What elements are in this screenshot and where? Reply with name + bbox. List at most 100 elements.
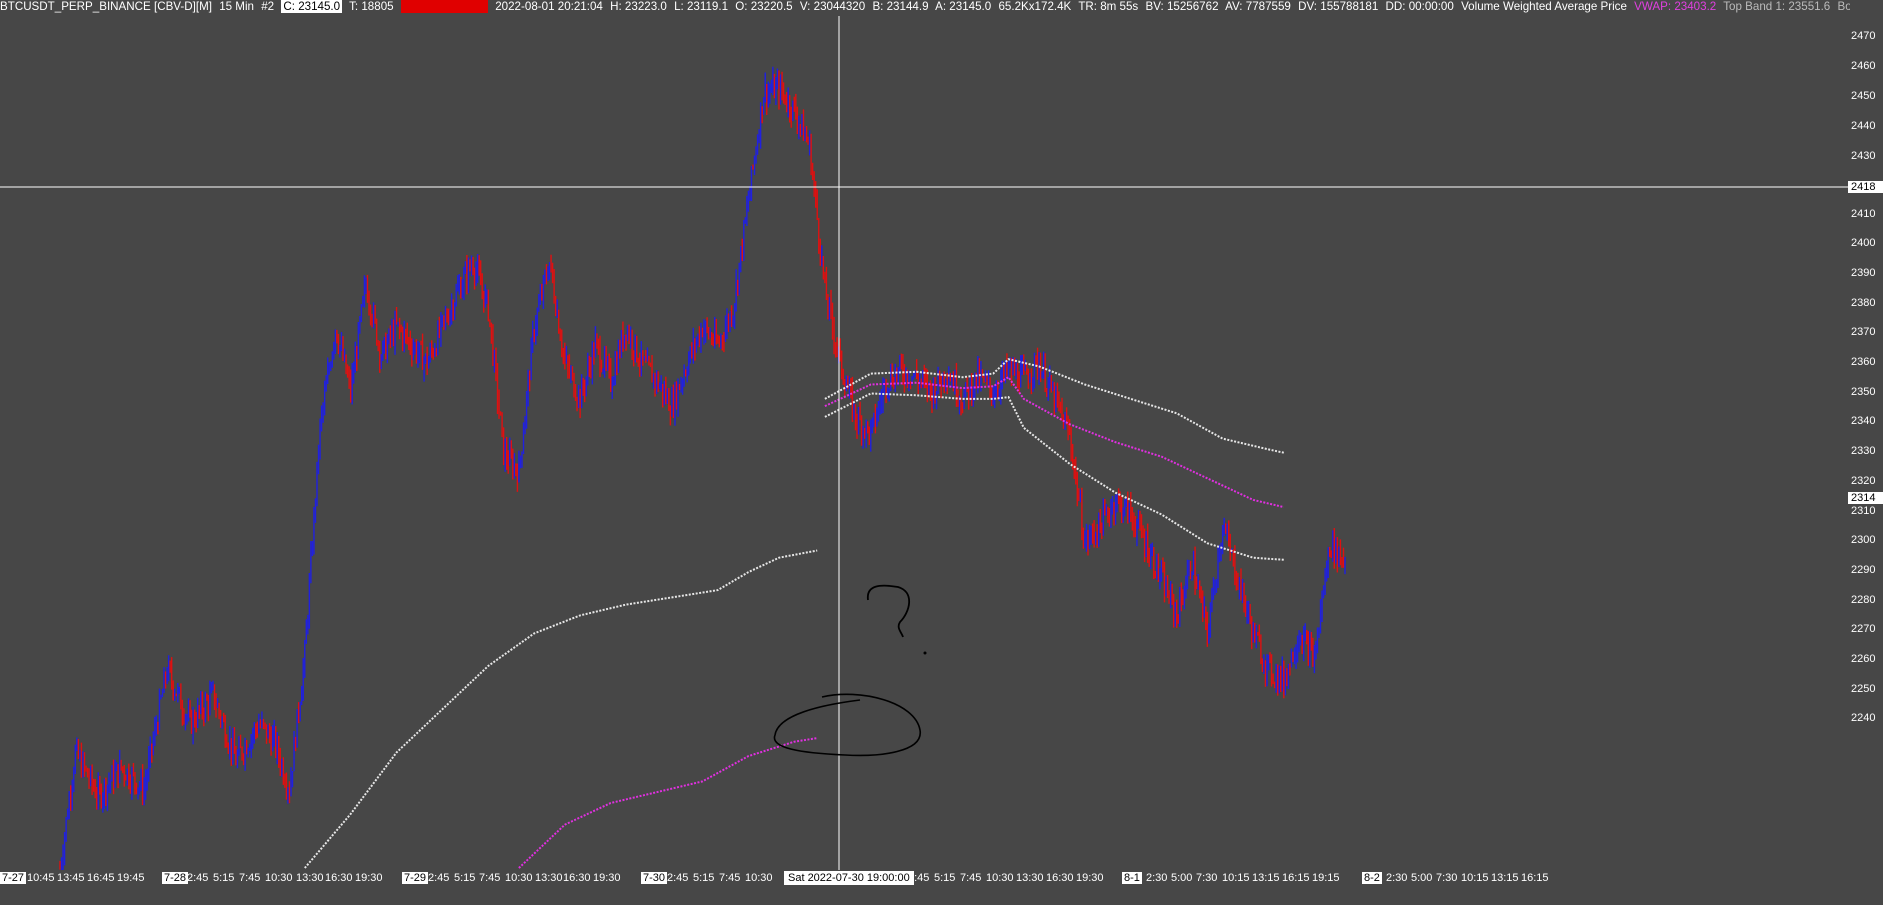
time-tick: 16:15 (1282, 872, 1310, 884)
price-tick: 2350 (1851, 386, 1876, 398)
datetime-value: 2022-08-01 20:21:04 (495, 0, 603, 13)
time-tick: 10:30 (745, 872, 773, 884)
time-tick: 16:15 (1521, 872, 1549, 884)
vwap-line-top-band-1 (304, 549, 818, 869)
time-date-tick: 8-1 (1122, 872, 1142, 884)
interval-label: 15 Min (219, 0, 254, 13)
time-date-tick: 7-29 (402, 872, 429, 884)
price-tick: 2280 (1851, 594, 1876, 606)
price-tick: 2390 (1851, 267, 1876, 279)
time-tick: 13:30 (296, 872, 324, 884)
symbol-label: BTCUSDT_PERP_BINANCE [CBV-D][M] (0, 0, 212, 13)
ticks-value: T: 18805 (349, 0, 394, 13)
time-tick: 13:45 (57, 872, 85, 884)
time-date-tick: 7-27 (0, 872, 27, 884)
time-tick: 10:30 (505, 872, 533, 884)
price-tick: 2450 (1851, 90, 1876, 102)
time-tick: 2:45 (187, 872, 209, 884)
chart-header: BTCUSDT_PERP_BINANCE [CBV-D][M] 15 Min #… (0, 0, 1850, 16)
time-tick: 7:45 (239, 872, 261, 884)
ask-volume-value: AV: 7787559 (1225, 0, 1291, 13)
bid-volume-value: BV: 15256762 (1145, 0, 1219, 13)
time-tick: 10:15 (1222, 872, 1250, 884)
time-date-tick: 7-28 (162, 872, 189, 884)
price-tick: 2410 (1851, 208, 1876, 220)
time-tick: 13:30 (535, 872, 563, 884)
price-axis[interactable]: 2470 2460 2450 2440 2430 2410 2400 2390 2380 2370… (1847, 0, 1883, 905)
price-tick: 2460 (1851, 60, 1876, 72)
price-tick: 2340 (1851, 415, 1876, 427)
annotation-dot (923, 651, 927, 655)
time-tick: 13:30 (1016, 872, 1044, 884)
time-axis[interactable]: 7-27 10:45 13:45 16:45 19:45 7-28 2:45 5:15 7:45… (0, 870, 1883, 888)
price-tick: 2440 (1851, 120, 1876, 132)
time-date-tick: 8-2 (1362, 872, 1382, 884)
close-value: C: 23145.0 (281, 0, 343, 13)
price-tick: 2260 (1851, 653, 1876, 665)
time-tick: 5:15 (213, 872, 235, 884)
time-tick: 13:15 (1491, 872, 1519, 884)
vwap-value: VWAP: 23403.2 (1634, 0, 1717, 13)
redacted-field: Last Trade Time (400, 0, 488, 13)
volume-value: V: 23044320 (799, 0, 866, 13)
time-tick: 7:45 (960, 872, 982, 884)
ask-value: A: 23145.0 (935, 0, 992, 13)
price-tick: 2400 (1851, 237, 1876, 249)
time-tick: 7:45 (479, 872, 501, 884)
top-band-value: Top Band 1: 23551.6 (1723, 0, 1831, 13)
timer-value: TR: 8m 55s (1078, 0, 1139, 13)
price-tick: 2250 (1851, 683, 1876, 695)
time-tick: 10:30 (265, 872, 293, 884)
time-tick: 13:15 (1252, 872, 1280, 884)
time-tick: 2:45 (428, 872, 450, 884)
vwap-line-bottom-band-1 (824, 392, 1284, 561)
price-tick: 2430 (1851, 150, 1876, 162)
open-value: O: 23220.5 (735, 0, 793, 13)
time-tick: 2:30 (1386, 872, 1408, 884)
low-value: L: 23119.1 (674, 0, 729, 13)
time-tick: 16:45 (87, 872, 115, 884)
time-tick: 19:30 (593, 872, 621, 884)
delta-volume-value: DV: 155788181 (1298, 0, 1379, 13)
crosshair-price-label: 2418 (1848, 181, 1883, 193)
time-tick: 10:45 (27, 872, 55, 884)
time-tick: 19:30 (1076, 872, 1104, 884)
price-tick: 2370 (1851, 326, 1876, 338)
last-price-label: 2314 (1848, 492, 1883, 504)
price-tick: 2300 (1851, 534, 1876, 546)
time-tick: 16:30 (563, 872, 591, 884)
time-tick: 7:30 (1196, 872, 1218, 884)
study-name: Volume Weighted Average Price (1461, 0, 1627, 13)
circle-annotation (773, 693, 921, 757)
time-tick: 5:15 (454, 872, 476, 884)
time-tick: 7:45 (719, 872, 741, 884)
time-tick: 10:15 (1461, 872, 1489, 884)
time-date-tick: 7-30 (641, 872, 668, 884)
time-tick: 2:30 (1146, 872, 1168, 884)
size-value: 65.2Kx172.4K (998, 0, 1072, 13)
time-tick: 7:30 (1436, 872, 1458, 884)
price-chart[interactable] (0, 0, 1848, 870)
price-tick: 2360 (1851, 356, 1876, 368)
price-tick: 2470 (1851, 30, 1876, 42)
price-tick: 2270 (1851, 623, 1876, 635)
time-tick: 5:00 (1171, 872, 1193, 884)
time-tick: 19:30 (355, 872, 383, 884)
price-tick: 2320 (1851, 475, 1876, 487)
time-tick: 16:30 (1046, 872, 1074, 884)
time-tick: 10:30 (986, 872, 1014, 884)
question-mark-annotation (867, 584, 911, 638)
time-tick: 2:45 (667, 872, 689, 884)
time-tick: 19:45 (117, 872, 145, 884)
price-tick: 2240 (1851, 712, 1876, 724)
crosshair-time-label: Sat 2022-07-30 19:00:00 (784, 871, 914, 885)
price-tick: 2380 (1851, 297, 1876, 309)
price-tick: 2290 (1851, 564, 1876, 576)
time-tick: 16:30 (325, 872, 353, 884)
time-tick: 5:15 (693, 872, 715, 884)
time-tick: 19:15 (1312, 872, 1340, 884)
time-tick: 5:00 (1411, 872, 1433, 884)
price-tick: 2310 (1851, 505, 1876, 517)
high-value: H: 23223.0 (610, 0, 667, 13)
price-tick: 2330 (1851, 445, 1876, 457)
